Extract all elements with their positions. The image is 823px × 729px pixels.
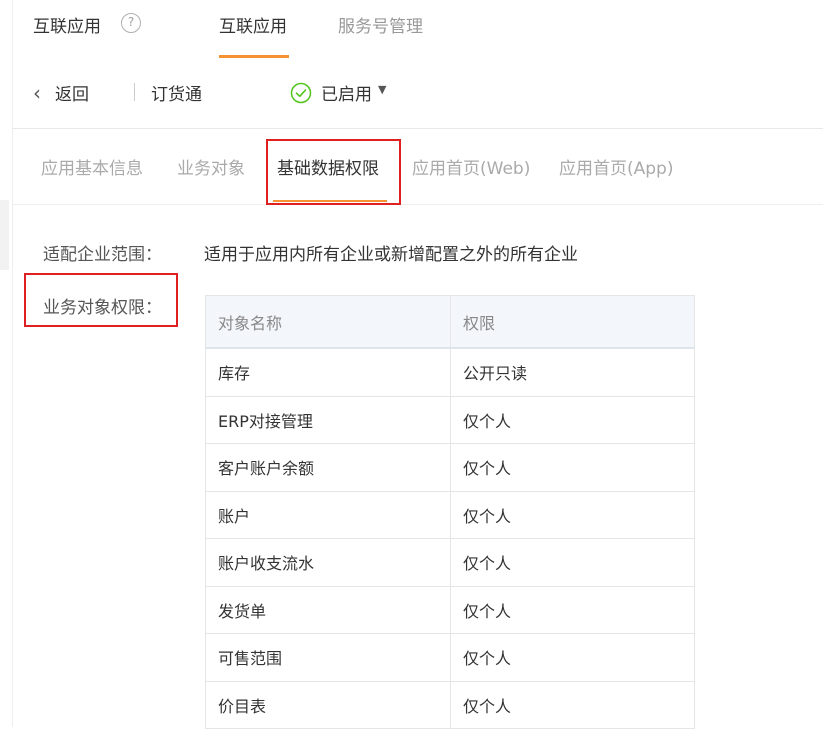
permissions-table: 对象名称 权限 库存 公开只读 ERP对接管理 仅个人 客户账户余额 仅个人 账… <box>205 295 695 729</box>
table-row: ERP对接管理 仅个人 <box>205 395 695 444</box>
chevron-left-icon: ‹ <box>33 80 41 105</box>
divider <box>12 128 823 129</box>
caret-down-icon: ▼ <box>378 83 387 96</box>
highlight-box <box>266 139 401 205</box>
table-row: 客户账户余额 仅个人 <box>205 443 695 492</box>
divider <box>12 204 823 205</box>
tab-interconnect-apps[interactable]: 互联应用 <box>219 12 287 37</box>
app-title: 互联应用 <box>33 17 101 37</box>
highlight-box <box>24 273 178 327</box>
permission-cell: 仅个人 <box>450 490 695 539</box>
divider <box>134 83 135 101</box>
check-circle-icon <box>290 82 312 103</box>
permission-cell: 仅个人 <box>450 585 695 634</box>
help-icon[interactable]: ? <box>121 13 141 33</box>
table-row: 可售范围 仅个人 <box>205 633 695 682</box>
tab-app-home-app[interactable]: 应用首页(App) <box>559 154 673 179</box>
object-name-cell: ERP对接管理 <box>205 395 451 444</box>
app-name: 订货通 <box>151 85 202 105</box>
tab-app-basic-info[interactable]: 应用基本信息 <box>41 154 143 179</box>
column-header-object-name: 对象名称 <box>205 295 451 349</box>
left-rail-marker <box>0 200 9 270</box>
object-name-cell: 可售范围 <box>205 633 451 682</box>
scope-value: 适用于应用内所有企业或新增配置之外的所有企业 <box>204 245 578 265</box>
tab-app-home-web[interactable]: 应用首页(Web) <box>412 154 530 179</box>
scope-label: 适配企业范围： <box>43 245 162 265</box>
table-row: 价目表 仅个人 <box>205 680 695 729</box>
table-row: 发货单 仅个人 <box>205 585 695 634</box>
permission-cell: 公开只读 <box>450 347 695 397</box>
object-name-cell: 账户 <box>205 490 451 539</box>
object-name-cell: 价目表 <box>205 680 451 729</box>
permission-cell: 仅个人 <box>450 680 695 729</box>
status-label: 已启用 <box>321 85 372 105</box>
object-name-cell: 发货单 <box>205 585 451 634</box>
active-tab-indicator <box>219 55 289 58</box>
permission-cell: 仅个人 <box>450 538 695 587</box>
permission-cell: 仅个人 <box>450 633 695 682</box>
table-row: 库存 公开只读 <box>205 347 695 397</box>
table-row: 账户收支流水 仅个人 <box>205 538 695 587</box>
left-rail <box>0 0 13 727</box>
tab-service-account-management[interactable]: 服务号管理 <box>338 12 423 37</box>
object-name-cell: 库存 <box>205 347 451 397</box>
tab-business-objects[interactable]: 业务对象 <box>177 154 245 179</box>
permission-cell: 仅个人 <box>450 443 695 492</box>
permission-cell: 仅个人 <box>450 395 695 444</box>
table-header-row: 对象名称 权限 <box>205 295 695 349</box>
table-row: 账户 仅个人 <box>205 490 695 539</box>
object-name-cell: 客户账户余额 <box>205 443 451 492</box>
back-label: 返回 <box>55 85 89 105</box>
object-name-cell: 账户收支流水 <box>205 538 451 587</box>
column-header-permission: 权限 <box>450 295 695 349</box>
back-button[interactable]: ‹ 返回 <box>33 80 89 106</box>
status-dropdown[interactable]: 已启用 ▼ <box>290 80 386 105</box>
